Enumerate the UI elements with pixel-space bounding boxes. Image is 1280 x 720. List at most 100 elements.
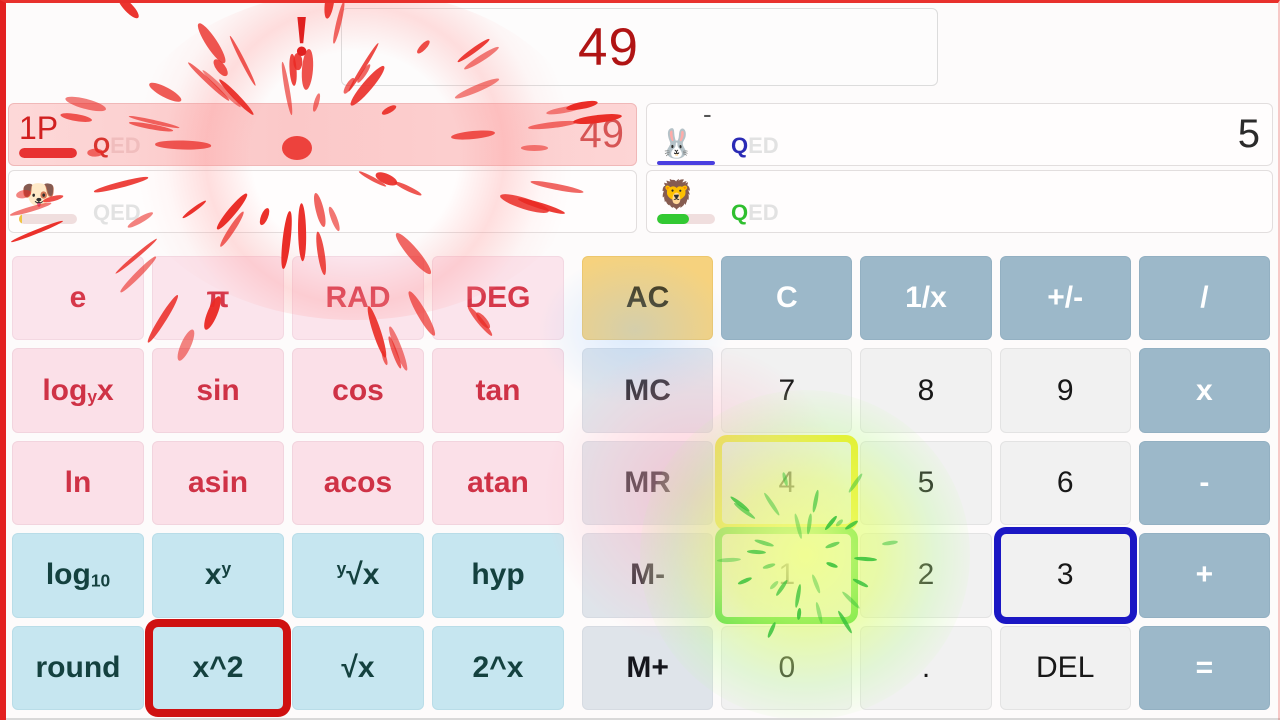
qed-remaining-letters: QED	[93, 200, 141, 225]
key-delete-label: DEL	[1036, 650, 1095, 684]
key-0[interactable]: 0	[721, 625, 853, 710]
key-6[interactable]: 6	[999, 440, 1131, 526]
player-panel-player-lion: 🦁 QED	[646, 170, 1273, 233]
exclamation-icon: !	[292, 3, 312, 68]
key-equals-label: =	[1195, 650, 1214, 684]
key-decimal[interactable]: .	[860, 625, 992, 710]
avatar-column: - 🐰	[657, 104, 721, 165]
key-pi-label: π	[206, 281, 230, 315]
key-tan[interactable]: tan	[432, 348, 564, 433]
key-pi[interactable]: π	[152, 256, 284, 341]
key-hyp-label: hyp	[471, 558, 525, 592]
progress-bar-track	[657, 161, 715, 165]
key-sign[interactable]: +/-	[999, 256, 1131, 341]
scientific-keypad: e π RAD DEG logyx sin cos tan ln asin acos atan log1…	[0, 248, 570, 720]
key-hyp[interactable]: hyp	[432, 533, 564, 618]
key-divide-label: /	[1200, 281, 1209, 315]
key-multiply-label: x	[1196, 373, 1213, 407]
key-x-squared[interactable]: x^2	[152, 625, 284, 710]
key-8-label: 8	[917, 373, 935, 407]
player-score: 5	[1237, 112, 1260, 156]
progress-bar-track	[19, 214, 77, 224]
key-reciprocal[interactable]: 1/x	[860, 256, 992, 341]
key-mr-label: MR	[624, 465, 671, 499]
key-y-root-x[interactable]: y√x	[292, 533, 424, 618]
key-3-label: 3	[1056, 558, 1074, 592]
key-c-label: C	[775, 281, 798, 315]
key-9[interactable]: 9	[999, 348, 1131, 433]
key-subtract-label: -	[1199, 465, 1210, 499]
key-add-label: +	[1195, 558, 1214, 592]
key-2-pow-x[interactable]: 2^x	[432, 625, 564, 710]
qed-indicator: QED	[731, 133, 779, 159]
calculator-battle-screen: 49 1P QED 49 🐶 QED - 🐰 QED 5 🦁 QED e π RAD DEG logyx si…	[0, 0, 1280, 720]
key-acos[interactable]: acos	[292, 440, 424, 526]
key-log-y-x[interactable]: logyx	[12, 348, 144, 433]
qed-remaining-letters: ED	[748, 200, 779, 225]
progress-bar-fill	[19, 148, 77, 158]
player-panel-player-dog: 🐶 QED	[8, 170, 637, 233]
key-sqrt-x[interactable]: √x	[292, 625, 424, 710]
avatar-icon-player-lion: 🦁	[659, 179, 694, 210]
key-decimal-label: .	[921, 650, 931, 684]
key-ac[interactable]: AC	[582, 256, 714, 341]
key-round[interactable]: round	[12, 625, 144, 710]
player-score: 49	[579, 112, 625, 156]
key-multiply[interactable]: x	[1138, 348, 1270, 433]
qed-solved-letters: Q	[731, 133, 749, 158]
key-equals[interactable]: =	[1138, 625, 1270, 710]
key-ln[interactable]: ln	[12, 440, 144, 526]
key-9-label: 9	[1056, 373, 1074, 407]
key-log-y-x-label: logyx	[42, 373, 114, 407]
key-sin[interactable]: sin	[152, 348, 284, 433]
key-7[interactable]: 7	[721, 348, 853, 433]
key-3[interactable]: 3	[999, 533, 1131, 618]
key-c[interactable]: C	[721, 256, 853, 341]
key-add[interactable]: +	[1138, 533, 1270, 618]
key-y-root-x-label: y√x	[336, 558, 380, 592]
key-asin-label: asin	[187, 465, 249, 499]
key-ac-label: AC	[625, 281, 670, 315]
key-mc[interactable]: MC	[582, 348, 714, 433]
key-rad-label: RAD	[325, 281, 391, 315]
key-e-label: e	[69, 281, 87, 315]
player-panels: 1P QED 49 🐶 QED - 🐰 QED 5 🦁 QED	[0, 100, 1280, 238]
progress-bar-track	[657, 214, 715, 224]
result-display: 49	[341, 8, 938, 86]
player-panel-player-rabbit: - 🐰 QED 5	[646, 103, 1273, 166]
key-asin[interactable]: asin	[152, 440, 284, 526]
key-deg-label: DEG	[465, 281, 531, 315]
key-cos-label: cos	[332, 373, 384, 407]
key-log10-label: log10	[45, 558, 111, 592]
key-e[interactable]: e	[12, 256, 144, 341]
key-2-pow-x-label: 2^x	[472, 650, 524, 684]
key-2-label: 2	[917, 558, 935, 592]
key-rad[interactable]: RAD	[292, 256, 424, 341]
qed-indicator: QED	[93, 133, 141, 159]
key-atan[interactable]: atan	[432, 440, 564, 526]
player-panel-player-1: 1P QED 49	[8, 103, 637, 166]
key-sin-label: sin	[196, 373, 240, 407]
key-7-label: 7	[778, 373, 796, 407]
key-subtract[interactable]: -	[1138, 440, 1270, 526]
key-8[interactable]: 8	[860, 348, 992, 433]
key-deg[interactable]: DEG	[432, 256, 564, 341]
key-0-label: 0	[778, 650, 796, 684]
player-label: -	[703, 103, 712, 129]
key-m-plus[interactable]: M+	[582, 625, 714, 710]
key-mr[interactable]: MR	[582, 440, 714, 526]
key-m-minus[interactable]: M-	[582, 533, 714, 618]
display-row: 49	[0, 0, 1280, 94]
qed-indicator: QED	[93, 200, 141, 226]
key-atan-label: atan	[467, 465, 529, 499]
key-divide[interactable]: /	[1138, 256, 1270, 341]
key-m-minus-label: M-	[630, 558, 666, 592]
key-2[interactable]: 2	[860, 533, 992, 618]
key-delete[interactable]: DEL	[999, 625, 1131, 710]
key-log10[interactable]: log10	[12, 533, 144, 618]
key-x-pow-y[interactable]: xy	[152, 533, 284, 618]
key-5[interactable]: 5	[860, 440, 992, 526]
key-m-plus-label: M+	[626, 650, 669, 684]
key-cos[interactable]: cos	[292, 348, 424, 433]
progress-bar-fill	[657, 214, 690, 224]
